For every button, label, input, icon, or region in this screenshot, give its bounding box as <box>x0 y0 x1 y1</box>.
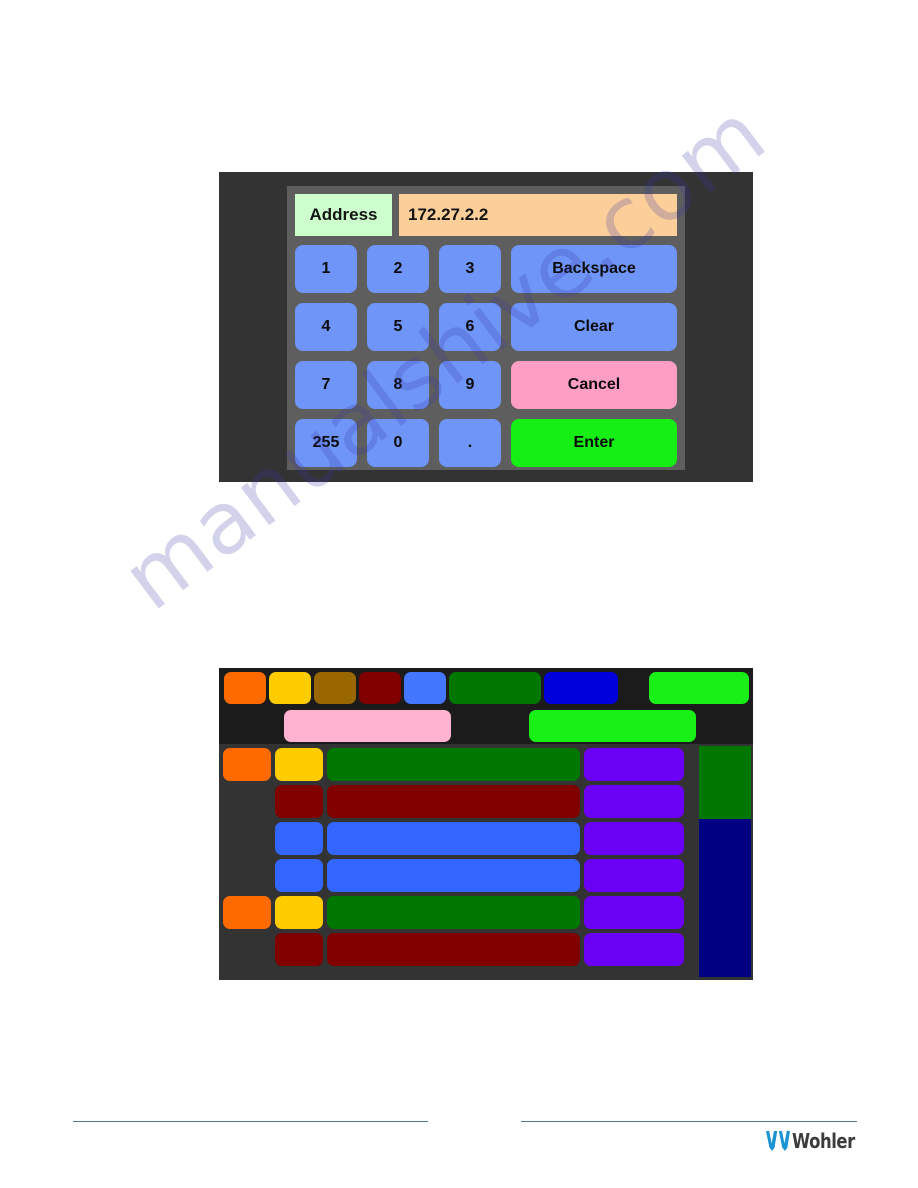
key-255[interactable]: 255 <box>295 419 357 467</box>
wohler-wordmark: Wohler <box>792 1129 855 1153</box>
wohler-w-icon <box>765 1130 791 1152</box>
cell-purple[interactable] <box>584 933 684 966</box>
chip-darkred[interactable] <box>359 672 401 704</box>
chip-brightgreen[interactable] <box>529 710 696 742</box>
key-9[interactable]: 9 <box>439 361 501 409</box>
wohler-logo: Wohler <box>765 1128 869 1154</box>
cell-purple[interactable] <box>584 748 684 781</box>
key-1[interactable]: 1 <box>295 245 357 293</box>
cell-blue-wide[interactable] <box>327 859 580 892</box>
key-5[interactable]: 5 <box>367 303 429 351</box>
key-period[interactable]: . <box>439 419 501 467</box>
key-6[interactable]: 6 <box>439 303 501 351</box>
chip-yellow[interactable] <box>269 672 311 704</box>
scrollbar[interactable] <box>699 746 751 977</box>
grid-row-5 <box>219 894 753 931</box>
cell-darkred-wide[interactable] <box>327 933 580 966</box>
cell-blue-wide[interactable] <box>327 822 580 855</box>
address-row: Address 172.27.2.2 <box>295 194 677 236</box>
chip-green-wide[interactable] <box>449 672 541 704</box>
color-block-screen-figure <box>219 668 753 980</box>
keypad-row-2: 4 5 6 Clear <box>295 303 677 351</box>
chip-brightgreen[interactable] <box>649 672 749 704</box>
toolbar-row-2 <box>219 707 753 745</box>
clear-button[interactable]: Clear <box>511 303 677 351</box>
key-3[interactable]: 3 <box>439 245 501 293</box>
key-7[interactable]: 7 <box>295 361 357 409</box>
chip-olive[interactable] <box>314 672 356 704</box>
keypad-row-3: 7 8 9 Cancel <box>295 361 677 409</box>
cancel-button[interactable]: Cancel <box>511 361 677 409</box>
cell-darkred-small[interactable] <box>275 933 323 966</box>
grid-row-2 <box>219 783 753 820</box>
footer-rule-left <box>73 1121 428 1122</box>
keypad-panel: Address 172.27.2.2 1 2 3 Backspace 4 5 6… <box>287 186 685 470</box>
cell-purple[interactable] <box>584 859 684 892</box>
key-2[interactable]: 2 <box>367 245 429 293</box>
address-label: Address <box>295 194 392 236</box>
cell-yellow[interactable] <box>275 748 323 781</box>
cell-orange[interactable] <box>223 748 271 781</box>
key-4[interactable]: 4 <box>295 303 357 351</box>
cell-darkred-small[interactable] <box>275 785 323 818</box>
enter-button[interactable]: Enter <box>511 419 677 467</box>
cell-green[interactable] <box>327 896 580 929</box>
footer-rule-right <box>521 1121 857 1122</box>
chip-pink[interactable] <box>284 710 451 742</box>
cell-purple[interactable] <box>584 896 684 929</box>
keypad-row-4: 255 0 . Enter <box>295 419 677 467</box>
cell-blue-small[interactable] <box>275 822 323 855</box>
address-input[interactable]: 172.27.2.2 <box>399 194 677 236</box>
cell-darkred-wide[interactable] <box>327 785 580 818</box>
cell-purple[interactable] <box>584 785 684 818</box>
ip-address-keypad-figure: Address 172.27.2.2 1 2 3 Backspace 4 5 6… <box>219 172 753 482</box>
chip-navy-wide[interactable] <box>544 672 618 704</box>
key-0[interactable]: 0 <box>367 419 429 467</box>
backspace-button[interactable]: Backspace <box>511 245 677 293</box>
keypad-row-1: 1 2 3 Backspace <box>295 245 677 293</box>
grid-row-4 <box>219 857 753 894</box>
cell-blue-small[interactable] <box>275 859 323 892</box>
grid-row-6 <box>219 931 753 968</box>
cell-purple[interactable] <box>584 822 684 855</box>
scrollbar-thumb-top[interactable] <box>699 746 751 819</box>
scrollbar-track-bottom[interactable] <box>699 819 751 977</box>
cell-orange[interactable] <box>223 896 271 929</box>
chip-blue[interactable] <box>404 672 446 704</box>
grid-row-3 <box>219 820 753 857</box>
block-toolbar <box>219 668 753 744</box>
toolbar-row-1 <box>219 669 753 707</box>
key-8[interactable]: 8 <box>367 361 429 409</box>
cell-yellow[interactable] <box>275 896 323 929</box>
chip-orange[interactable] <box>224 672 266 704</box>
block-grid <box>219 744 753 980</box>
grid-row-1 <box>219 746 753 783</box>
cell-green[interactable] <box>327 748 580 781</box>
